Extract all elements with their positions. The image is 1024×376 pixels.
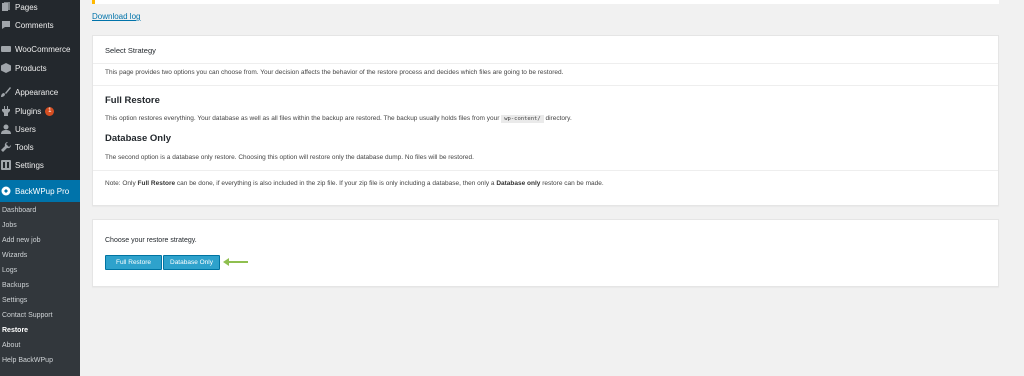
submenu-item-restore[interactable]: Restore xyxy=(2,327,28,334)
menu-item-plugins[interactable]: Plugins 1 xyxy=(0,102,80,120)
menu-item-woocommerce[interactable]: WooCommerce xyxy=(0,40,80,58)
submenu-item-contact-support[interactable]: Contact Support xyxy=(2,312,53,319)
submenu-item-settings[interactable]: Settings xyxy=(2,297,27,304)
woocommerce-icon xyxy=(1,44,11,54)
menu-label: Settings xyxy=(15,160,44,170)
main-content: Download log Select Strategy This page p… xyxy=(80,0,1024,376)
text: directory. xyxy=(545,115,572,122)
menu-label: Tools xyxy=(15,142,34,152)
settings-icon xyxy=(1,160,11,170)
text-bold: Database only xyxy=(496,180,541,187)
strategy-intro: This page provides two options you can c… xyxy=(105,69,564,76)
menu-label: Comments xyxy=(15,20,54,30)
text-bold: Full Restore xyxy=(137,180,176,187)
menu-item-users[interactable]: Users xyxy=(0,120,80,138)
database-only-heading: Database Only xyxy=(105,133,171,144)
notice-box xyxy=(92,0,999,4)
menu-label: Pages xyxy=(15,2,38,12)
restore-note: Note: Only Full Restore can be done, if … xyxy=(105,180,604,187)
menu-label: BackWPup Pro xyxy=(15,186,70,196)
menu-item-settings[interactable]: Settings xyxy=(0,156,80,174)
menu-item-comments[interactable]: Comments xyxy=(0,16,80,34)
full-restore-description: This option restores everything. Your da… xyxy=(105,115,572,123)
pages-icon xyxy=(1,2,11,12)
menu-label: Users xyxy=(15,124,36,134)
tools-icon xyxy=(1,142,11,152)
choose-strategy-box: Choose your restore strategy. Full Resto… xyxy=(92,219,999,287)
appearance-icon xyxy=(1,87,11,97)
full-restore-heading: Full Restore xyxy=(105,95,160,106)
strategy-title: Select Strategy xyxy=(105,46,156,55)
submenu-item-add-new-job[interactable]: Add new job xyxy=(2,237,41,244)
submenu-item-jobs[interactable]: Jobs xyxy=(2,222,17,229)
submenu-item-about[interactable]: About xyxy=(2,342,20,349)
database-only-button[interactable]: Database Only xyxy=(163,255,220,270)
full-restore-button[interactable]: Full Restore xyxy=(105,255,162,270)
menu-item-appearance[interactable]: Appearance xyxy=(0,83,80,101)
divider xyxy=(93,63,998,64)
divider xyxy=(93,85,998,86)
arrow-left-icon xyxy=(223,258,248,266)
backwpup-icon xyxy=(1,186,11,196)
menu-item-backwpup-pro[interactable]: BackWPup Pro xyxy=(0,180,80,202)
menu-label: WooCommerce xyxy=(15,44,71,54)
text: can be done, if everything is also inclu… xyxy=(176,180,495,187)
submenu-item-wizards[interactable]: Wizards xyxy=(2,252,27,259)
text: This option restores everything. Your da… xyxy=(105,115,500,122)
menu-item-products[interactable]: Products xyxy=(0,59,80,77)
select-strategy-box: Select Strategy This page provides two o… xyxy=(92,35,999,206)
backwpup-submenu: Dashboard Jobs Add new job Wizards Logs … xyxy=(0,202,80,376)
update-count-badge: 1 xyxy=(45,106,55,116)
submenu-item-backups[interactable]: Backups xyxy=(2,282,29,289)
choose-strategy-label: Choose your restore strategy. xyxy=(105,237,197,244)
divider xyxy=(93,170,998,171)
menu-item-pages[interactable]: Pages xyxy=(0,0,80,16)
submenu-item-help-backwpup[interactable]: Help BackWPup xyxy=(2,357,53,364)
text: Note: Only xyxy=(105,180,136,187)
download-log-link[interactable]: Download log xyxy=(92,12,140,21)
submenu-item-dashboard[interactable]: Dashboard xyxy=(2,207,36,214)
wp-content-code: wp-content/ xyxy=(501,115,544,123)
menu-label: Plugins xyxy=(15,106,42,116)
admin-sidebar: Pages Comments WooCommerce Products Appe… xyxy=(0,0,80,376)
users-icon xyxy=(1,124,11,134)
submenu-item-logs[interactable]: Logs xyxy=(2,267,17,274)
products-icon xyxy=(1,63,11,73)
plugins-icon xyxy=(1,106,11,116)
text: restore can be made. xyxy=(542,180,604,187)
menu-item-tools[interactable]: Tools xyxy=(0,138,80,156)
menu-label: Appearance xyxy=(15,87,59,97)
database-only-description: The second option is a database only res… xyxy=(105,154,474,161)
menu-label: Products xyxy=(15,63,47,73)
comments-icon xyxy=(1,20,11,30)
